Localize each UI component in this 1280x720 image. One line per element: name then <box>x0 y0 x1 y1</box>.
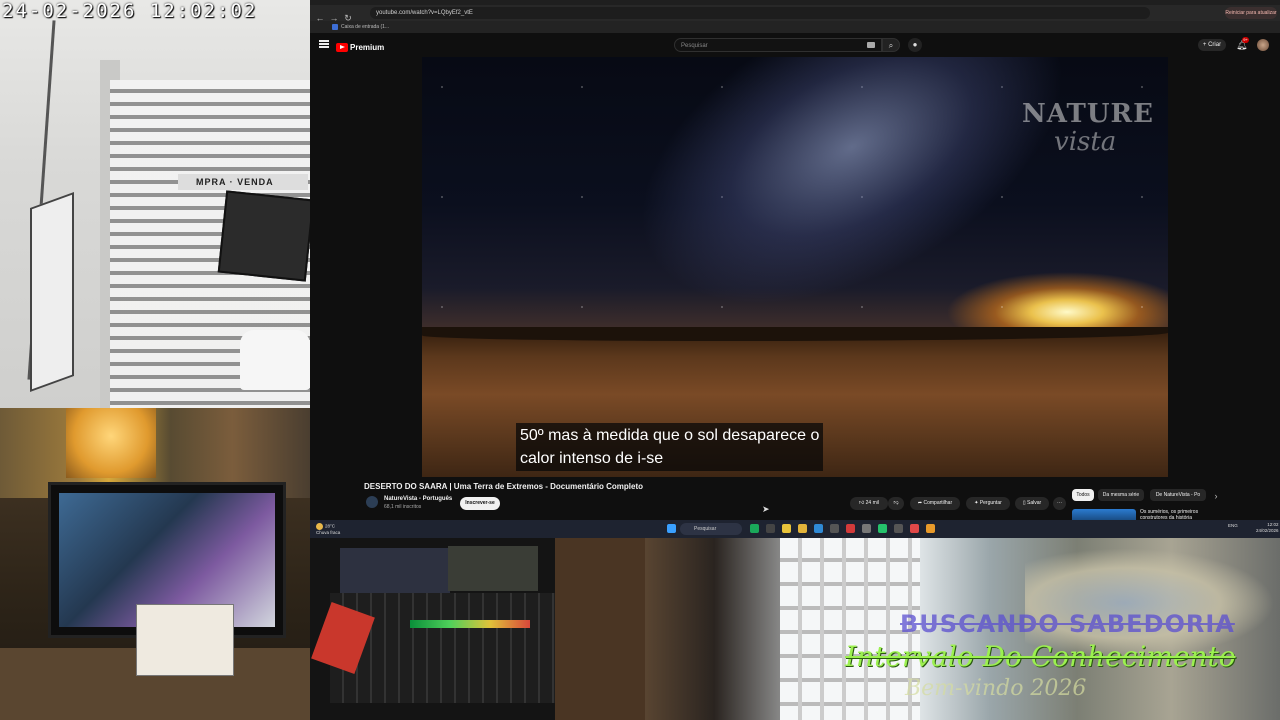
desk-camera-feed <box>0 408 310 720</box>
weather-widget[interactable]: 28°C Chuva fraca <box>316 523 340 535</box>
logo-text: Premium <box>350 43 385 53</box>
overlay-text-intervalo: Intervalo Do Conhecimento <box>845 640 1236 673</box>
channel-watermark-top: NATURE <box>1022 99 1154 129</box>
subscriber-count: 68,1 mil inscritos <box>384 504 422 510</box>
video-player[interactable]: NATURE vista 50º mas à medida que o sol … <box>422 57 1168 477</box>
door <box>555 538 645 720</box>
clock-date: 24/02/2026 <box>1256 528 1279 533</box>
more-actions-button[interactable]: ··· <box>1053 497 1066 510</box>
share-label: Compartilhar <box>923 500 953 506</box>
camera-timestamp: 24-02-2026 12:02:02 <box>2 0 258 22</box>
app-red2-icon[interactable] <box>910 524 919 533</box>
file-explorer-icon[interactable] <box>798 524 807 533</box>
street-camera-feed: MPRA · VENDA 24-02-2026 12:02:02 <box>0 0 310 408</box>
studio-monitor-left <box>340 548 450 598</box>
youtube-logo[interactable]: Premium <box>336 39 385 53</box>
search-icon: ⌕ <box>888 41 894 50</box>
channel-watermark-bottom: vista <box>1054 127 1117 157</box>
create-label: Criar <box>1208 42 1222 48</box>
level-meter <box>410 620 530 628</box>
share-button[interactable]: ➦ Compartilhar <box>910 497 960 510</box>
video-caption: 50º mas à medida que o sol desaparece o … <box>516 423 824 471</box>
chip-all[interactable]: Todos <box>1072 489 1094 501</box>
url-field[interactable]: youtube.com/watch?v=LQbyEf2_vtE <box>370 7 1150 19</box>
chip-same-series[interactable]: Da mesma série <box>1098 489 1144 501</box>
studio-monitor-right <box>448 546 538 591</box>
keyboard-icon[interactable] <box>867 42 875 48</box>
desk-calendar <box>136 604 234 676</box>
sparkle-icon: ✦ <box>974 500 979 506</box>
create-button[interactable]: + Criar <box>1198 39 1226 51</box>
save-button[interactable]: ▯ Salvar <box>1015 497 1049 510</box>
parked-car <box>240 330 310 390</box>
app-dark-icon[interactable] <box>894 524 903 533</box>
task-view-icon[interactable] <box>766 524 775 533</box>
browser-window: ← → ↻ youtube.com/watch?v=LQbyEf2_vtE Re… <box>310 0 1280 538</box>
language-indicator[interactable]: ENG <box>1228 523 1238 528</box>
mouse-cursor-icon: ➤ <box>762 504 770 514</box>
youtube-header: Premium Pesquisar ⌕ ● + Criar 🔔︎ 9+ <box>310 33 1280 57</box>
subscribe-button[interactable]: Inscrever-se <box>460 497 500 510</box>
account-avatar[interactable] <box>1257 39 1269 51</box>
app-red-icon[interactable] <box>846 524 855 533</box>
windows-taskbar: 28°C Chuva fraca Pesquisar ENG 12:02 24/… <box>310 520 1280 538</box>
weather-desc: Chuva fraca <box>316 530 341 535</box>
bookmark-item[interactable]: Caixa de entrada (1... <box>332 21 389 33</box>
save-label: Salvar <box>1026 500 1042 506</box>
laptop <box>217 190 310 282</box>
notification-badge: 9+ <box>1242 37 1249 43</box>
clock-time: 12:02 <box>1267 522 1279 527</box>
ask-button[interactable]: ✦ Perguntar <box>966 497 1010 510</box>
room-window <box>780 538 920 720</box>
channel-avatar[interactable] <box>366 496 378 508</box>
chevron-right-icon[interactable]: › <box>1210 488 1222 504</box>
overlay-text-bemvindo: Bem-vindo 2026 <box>905 676 1087 701</box>
weather-icon <box>316 523 323 530</box>
bookmark-icon: ▯ <box>1022 500 1026 506</box>
lamp <box>66 408 156 478</box>
vlc-icon[interactable] <box>926 524 935 533</box>
camera-app-icon[interactable] <box>750 524 759 533</box>
taskbar-clock[interactable]: 12:02 24/02/2026 <box>1256 522 1279 534</box>
like-count: 24 mil <box>865 500 879 506</box>
studio-camera-feed <box>310 538 555 720</box>
like-button[interactable]: 👍︎ 24 mil <box>850 497 888 510</box>
ask-label: Perguntar <box>979 500 1002 506</box>
whatsapp-icon[interactable] <box>878 524 887 533</box>
app-gray-icon[interactable] <box>862 524 871 533</box>
menu-icon[interactable] <box>319 40 329 48</box>
channel-name[interactable]: NatureVista - Português <box>384 496 452 502</box>
windows-start-icon[interactable] <box>667 524 676 533</box>
weather-temp: 28°C <box>325 523 336 529</box>
shop-sign: MPRA · VENDA <box>178 174 308 190</box>
mail-icon <box>332 23 338 30</box>
chip-channel[interactable]: De NatureVista - Po <box>1150 489 1206 501</box>
microphone-icon[interactable]: ● <box>908 38 922 52</box>
edge-icon[interactable] <box>814 524 823 533</box>
overlay-text-sabedoria: BUSCANDO SABEDORIA <box>900 610 1235 638</box>
share-icon: ➦ <box>917 500 923 506</box>
search-button[interactable]: ⌕ <box>882 38 900 52</box>
youtube-play-icon <box>336 43 348 53</box>
video-title: DESERTO DO SAARA | Uma Terra de Extremos… <box>364 482 644 491</box>
thumbs-down-icon: 👎︎ <box>893 500 899 506</box>
relaunch-button[interactable]: Reiniciar para atualizar <box>1225 7 1277 19</box>
chrome-icon[interactable] <box>782 524 791 533</box>
dislike-button[interactable]: 👎︎ <box>888 497 904 510</box>
thumbs-up-icon: 👍︎ <box>859 500 865 506</box>
search-input[interactable]: Pesquisar <box>674 38 882 52</box>
taskbar-search[interactable]: Pesquisar <box>680 523 742 535</box>
white-panel <box>30 191 74 393</box>
store-icon[interactable] <box>830 524 839 533</box>
bookmark-label: Caixa de entrada (1... <box>341 24 390 30</box>
bookmarks-bar: Caixa de entrada (1... <box>310 21 1280 33</box>
